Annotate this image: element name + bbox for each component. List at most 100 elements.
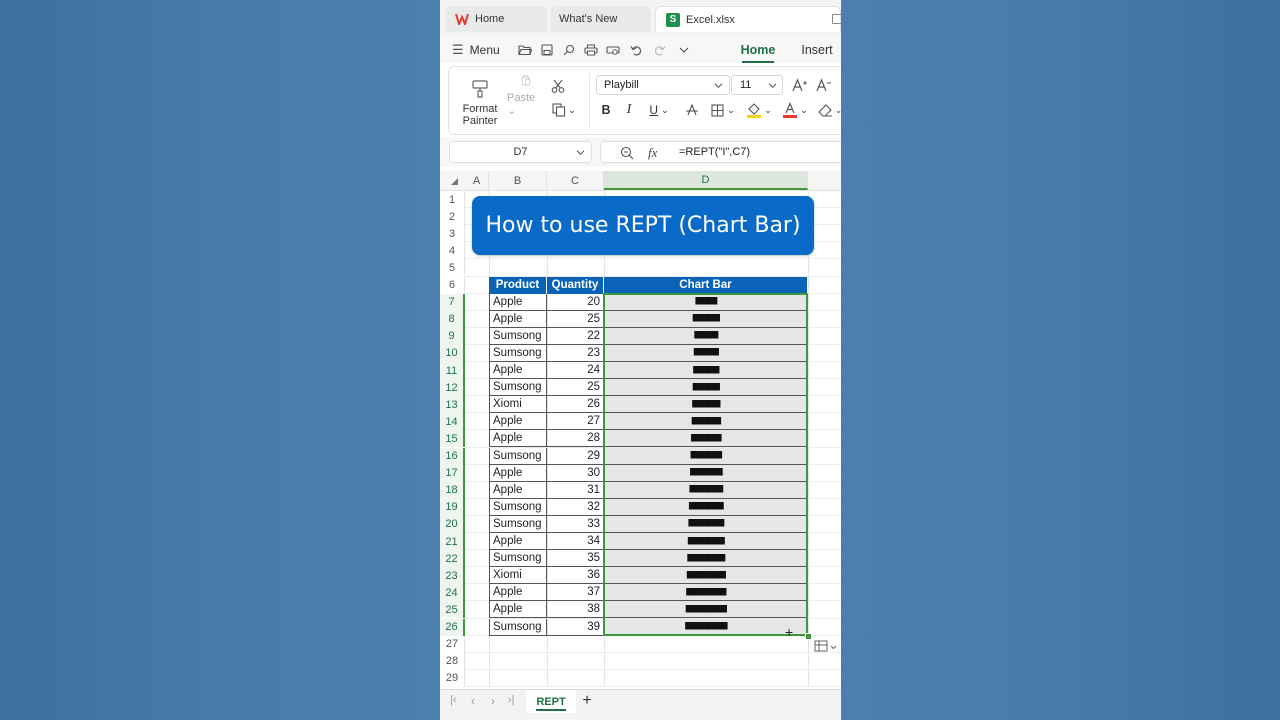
cell-product[interactable]: Apple bbox=[489, 293, 547, 311]
row-header[interactable]: 13 bbox=[440, 396, 465, 414]
column-header-a[interactable]: A bbox=[465, 171, 489, 190]
table-header-quantity[interactable]: Quantity bbox=[547, 276, 604, 294]
cell-quantity[interactable]: 26 bbox=[547, 396, 604, 414]
cell-product[interactable]: Sumsong bbox=[489, 344, 547, 362]
cell-quantity[interactable]: 30 bbox=[547, 464, 604, 482]
add-sheet-button[interactable]: + bbox=[578, 691, 596, 711]
cell-product[interactable]: Sumsong bbox=[489, 498, 547, 516]
underline-button[interactable]: U ⌄ bbox=[645, 101, 673, 119]
cell-quantity[interactable]: 29 bbox=[547, 447, 604, 465]
cell-chart-bar[interactable]: IIIIIIIIIIIIIIIIIIIIIIIII bbox=[604, 379, 808, 397]
row-header[interactable]: 19 bbox=[440, 498, 465, 516]
bold-button[interactable]: B bbox=[597, 101, 615, 119]
cell-product[interactable]: Apple bbox=[489, 362, 547, 379]
row-header[interactable]: 21 bbox=[440, 533, 465, 550]
ribbon-tab-insert[interactable]: Insert bbox=[796, 41, 838, 59]
cell-product[interactable]: Xiomi bbox=[489, 567, 547, 585]
row-header[interactable]: 1 bbox=[440, 191, 465, 208]
row-header[interactable]: 8 bbox=[440, 310, 465, 328]
decrease-font-size-button[interactable] bbox=[815, 76, 833, 94]
row-header[interactable]: 3 bbox=[440, 225, 465, 243]
formula-input[interactable]: fx =REPT("I",C7) bbox=[600, 141, 841, 163]
row-header[interactable]: 7 bbox=[440, 293, 465, 311]
row-header[interactable]: 29 bbox=[440, 669, 465, 687]
cell-product[interactable]: Apple bbox=[489, 584, 547, 602]
cell-quantity[interactable]: 24 bbox=[547, 362, 604, 379]
cell-chart-bar[interactable]: IIIIIIIIIIIIIIIIIIIIIIIIIIIIIIIIIII bbox=[604, 550, 808, 568]
cell-product[interactable]: Sumsong bbox=[489, 550, 547, 568]
cell-chart-bar[interactable]: IIIIIIIIIIIIIIIIIIIIIIIIIII bbox=[604, 413, 808, 431]
row-header[interactable]: 22 bbox=[440, 550, 465, 568]
cell-chart-bar[interactable]: IIIIIIIIIIIIIIIIIIIIIIIIIIIIIIIIII bbox=[604, 533, 808, 550]
cell-chart-bar[interactable]: IIIIIIIIIIIIIIIIIIIIIIIIIIII bbox=[604, 430, 808, 448]
row-header[interactable]: 18 bbox=[440, 481, 465, 499]
cell-product[interactable]: Sumsong bbox=[489, 447, 547, 465]
table-header-product[interactable]: Product bbox=[489, 276, 547, 294]
cell-product[interactable]: Sumsong bbox=[489, 618, 547, 636]
row-header[interactable]: 17 bbox=[440, 464, 465, 482]
borders-button[interactable]: ⌄ bbox=[709, 101, 737, 119]
window-mode-icon[interactable] bbox=[832, 14, 841, 24]
cell-quantity[interactable]: 20 bbox=[547, 293, 604, 311]
redo-button[interactable] bbox=[652, 41, 668, 59]
row-header[interactable]: 6 bbox=[440, 276, 465, 294]
zoom-icon[interactable] bbox=[620, 146, 634, 160]
row-header[interactable]: 24 bbox=[440, 584, 465, 602]
font-color-button[interactable]: ⌄ bbox=[781, 101, 809, 119]
worksheet-grid[interactable]: A B C D 1 2 3 4 5 6 7 8 9 10 11 12 13 14 15 16 17 18 19 20 2… bbox=[440, 171, 841, 689]
fill-handle[interactable] bbox=[805, 632, 812, 640]
menu-button[interactable]: ☰ Menu bbox=[452, 41, 512, 59]
tab-home[interactable]: Home bbox=[445, 6, 547, 32]
cell-product[interactable]: Apple bbox=[489, 601, 547, 619]
cell-quantity[interactable]: 27 bbox=[547, 413, 604, 431]
cell-product[interactable]: Sumsong bbox=[489, 515, 547, 533]
cell-quantity[interactable]: 25 bbox=[547, 379, 604, 397]
column-header-b[interactable]: B bbox=[489, 171, 547, 190]
cell-chart-bar[interactable]: IIIIIIIIIIIIIIIIIIIIIIII bbox=[604, 362, 808, 379]
italic-button[interactable]: I bbox=[620, 101, 638, 119]
cell-chart-bar[interactable]: IIIIIIIIIIIIIIIIIIIIIIIIIIIIIIIII bbox=[604, 515, 808, 533]
row-header[interactable]: 28 bbox=[440, 652, 465, 670]
row-header[interactable]: 25 bbox=[440, 601, 465, 619]
cell-quantity[interactable]: 28 bbox=[547, 430, 604, 448]
last-sheet-icon[interactable]: ›| bbox=[508, 694, 515, 706]
format-painter-button[interactable]: Format Painter bbox=[455, 75, 505, 131]
cell-product[interactable]: Apple bbox=[489, 533, 547, 550]
column-header-d[interactable]: D bbox=[604, 171, 808, 190]
cell-product[interactable]: Apple bbox=[489, 481, 547, 499]
cell-chart-bar[interactable]: IIIIIIIIIIIIIIIIIIIIIIIIIIIIIIII bbox=[604, 498, 808, 516]
cell-product[interactable]: Sumsong bbox=[489, 327, 547, 345]
cell-quantity[interactable]: 36 bbox=[547, 567, 604, 585]
cell-chart-bar[interactable]: IIIIIIIIIIIIIIIIIIIIIIIIIIIIIIIIIIIIII bbox=[604, 601, 808, 619]
print-button[interactable] bbox=[582, 41, 600, 59]
row-header[interactable]: 23 bbox=[440, 567, 465, 585]
cell-chart-bar[interactable]: IIIIIIIIIIIIIIIIIIIIIIIIIIIIIIIIIIIII bbox=[604, 584, 808, 602]
cell-quantity[interactable]: 38 bbox=[547, 601, 604, 619]
sheet-tab-rept[interactable]: REPT bbox=[526, 690, 576, 713]
cell-chart-bar[interactable]: IIIIIIIIIIIIIIIIIIIIIIIIIIIIIIIIIIII bbox=[604, 567, 808, 585]
row-header[interactable]: 4 bbox=[440, 242, 465, 260]
cell-chart-bar[interactable]: IIIIIIIIIIIIIIIIIIIIIIIIIIIII bbox=[604, 447, 808, 465]
cell-product[interactable]: Xiomi bbox=[489, 396, 547, 414]
increase-font-size-button[interactable] bbox=[791, 76, 809, 94]
font-size-select[interactable]: 11 bbox=[731, 75, 783, 95]
cell-product[interactable]: Apple bbox=[489, 413, 547, 431]
tab-excel-file[interactable]: S Excel.xlsx bbox=[655, 6, 841, 32]
fx-icon[interactable]: fx bbox=[648, 145, 657, 161]
next-sheet-icon[interactable]: › bbox=[491, 694, 495, 708]
first-sheet-icon[interactable]: |‹ bbox=[450, 694, 457, 706]
open-file-button[interactable] bbox=[516, 41, 534, 59]
cell-chart-bar[interactable]: IIIIIIIIIIIIIIIIIIIIIIIII bbox=[604, 310, 808, 328]
cell-chart-bar[interactable]: IIIIIIIIIIIIIIIIIIII bbox=[604, 293, 808, 311]
copy-button[interactable]: ⌄ bbox=[549, 101, 579, 119]
cell-quantity[interactable]: 34 bbox=[547, 533, 604, 550]
autofill-handle-icon[interactable]: + bbox=[785, 624, 793, 640]
cut-button[interactable] bbox=[549, 77, 567, 95]
table-header-chart-bar[interactable]: Chart Bar bbox=[604, 276, 808, 294]
row-header[interactable]: 9 bbox=[440, 327, 465, 345]
row-header[interactable]: 12 bbox=[440, 379, 465, 397]
row-header[interactable]: 5 bbox=[440, 259, 465, 277]
row-header[interactable]: 26 bbox=[440, 618, 465, 636]
export-button[interactable] bbox=[560, 41, 578, 59]
cell-chart-bar[interactable]: IIIIIIIIIIIIIIIIIIIIIIIIIIIIIII bbox=[604, 481, 808, 499]
